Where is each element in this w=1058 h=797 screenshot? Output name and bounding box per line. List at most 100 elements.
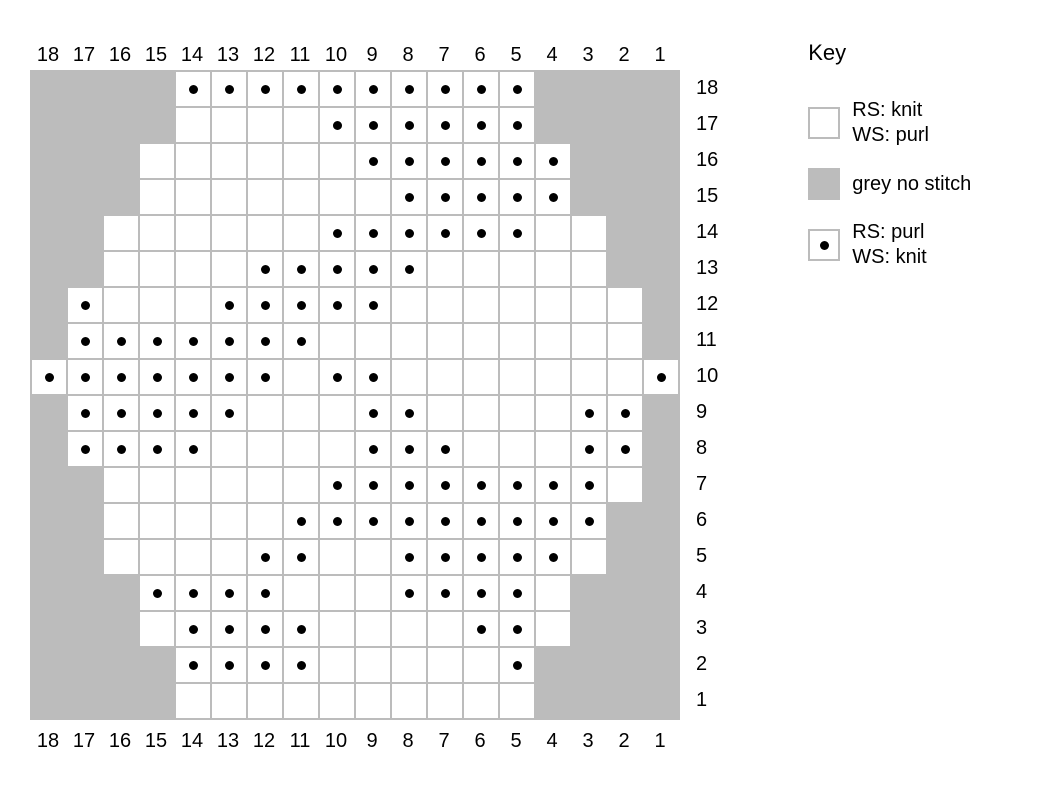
purl-cell	[464, 540, 498, 574]
purl-cell	[356, 360, 390, 394]
knit-cell	[140, 612, 174, 646]
nostitch-cell	[536, 684, 570, 718]
nostitch-cell	[32, 432, 66, 466]
dot-icon	[189, 337, 198, 346]
nostitch-cell	[608, 504, 642, 538]
nostitch-cell	[608, 684, 642, 718]
nostitch-cell	[572, 684, 606, 718]
purl-cell	[464, 144, 498, 178]
purl-cell	[320, 252, 354, 286]
knit-cell	[140, 540, 174, 574]
purl-cell	[176, 612, 210, 646]
knit-cell	[284, 468, 318, 502]
knit-cell	[248, 216, 282, 250]
knit-cell	[284, 108, 318, 142]
purl-cell	[464, 72, 498, 106]
purl-cell	[572, 468, 606, 502]
knit-cell	[212, 432, 246, 466]
column-label: 4	[534, 726, 570, 756]
nostitch-cell	[104, 648, 138, 682]
nostitch-cell	[68, 72, 102, 106]
column-label: 17	[66, 726, 102, 756]
dot-icon	[369, 481, 378, 490]
purl-cell	[284, 288, 318, 322]
purl-cell	[212, 72, 246, 106]
purl-cell	[644, 360, 678, 394]
purl-cell	[248, 360, 282, 394]
dot-icon	[189, 373, 198, 382]
column-label: 9	[354, 726, 390, 756]
purl-cell	[356, 468, 390, 502]
dot-icon	[225, 409, 234, 418]
dot-icon	[189, 445, 198, 454]
knit-cell	[428, 360, 462, 394]
knit-cell	[320, 432, 354, 466]
knit-cell	[464, 288, 498, 322]
nostitch-cell	[572, 648, 606, 682]
dot-icon	[297, 661, 306, 670]
knit-cell	[320, 180, 354, 214]
dot-icon	[585, 445, 594, 454]
dot-icon	[369, 157, 378, 166]
nostitch-cell	[68, 252, 102, 286]
dot-icon	[189, 661, 198, 670]
dot-icon	[81, 409, 90, 418]
purl-cell	[356, 396, 390, 430]
nostitch-cell	[104, 612, 138, 646]
nostitch-cell	[32, 216, 66, 250]
knit-cell	[608, 324, 642, 358]
dot-icon	[513, 229, 522, 238]
dot-icon	[369, 517, 378, 526]
dot-icon	[820, 241, 829, 250]
column-label: 2	[606, 40, 642, 70]
nostitch-cell	[32, 396, 66, 430]
dot-icon	[81, 373, 90, 382]
knit-cell	[320, 324, 354, 358]
column-label: 13	[210, 40, 246, 70]
purl-cell	[248, 324, 282, 358]
nostitch-cell	[104, 180, 138, 214]
row-label: 12	[696, 286, 718, 322]
purl-cell	[392, 432, 426, 466]
knit-cell	[536, 576, 570, 610]
dot-icon	[585, 481, 594, 490]
knit-cell	[536, 612, 570, 646]
purl-cell	[500, 540, 534, 574]
purl-cell	[428, 504, 462, 538]
dot-icon	[621, 445, 630, 454]
nostitch-cell	[140, 684, 174, 718]
knit-cell	[212, 216, 246, 250]
nostitch-cell	[68, 108, 102, 142]
dot-icon	[477, 193, 486, 202]
row-label: 6	[696, 502, 718, 538]
knit-cell	[320, 144, 354, 178]
knit-cell	[104, 468, 138, 502]
dot-icon	[225, 661, 234, 670]
row-label: 8	[696, 430, 718, 466]
knit-cell	[176, 468, 210, 502]
nostitch-cell	[644, 468, 678, 502]
nostitch-cell	[32, 540, 66, 574]
knit-cell	[248, 180, 282, 214]
nostitch-cell	[644, 324, 678, 358]
nostitch-cell	[32, 72, 66, 106]
purl-cell	[212, 612, 246, 646]
nostitch-cell	[536, 648, 570, 682]
dot-icon	[153, 409, 162, 418]
purl-cell	[320, 360, 354, 394]
nostitch-cell	[644, 504, 678, 538]
purl-cell	[320, 72, 354, 106]
purl-cell	[356, 504, 390, 538]
dot-icon	[189, 589, 198, 598]
purl-cell	[392, 540, 426, 574]
dot-icon	[261, 301, 270, 310]
column-label: 10	[318, 40, 354, 70]
purl-cell	[464, 216, 498, 250]
purl-cell	[500, 72, 534, 106]
purl-cell	[392, 72, 426, 106]
chart-grid	[30, 70, 680, 720]
purl-cell	[212, 396, 246, 430]
purl-cell	[464, 108, 498, 142]
knit-cell	[428, 324, 462, 358]
column-label: 12	[246, 726, 282, 756]
